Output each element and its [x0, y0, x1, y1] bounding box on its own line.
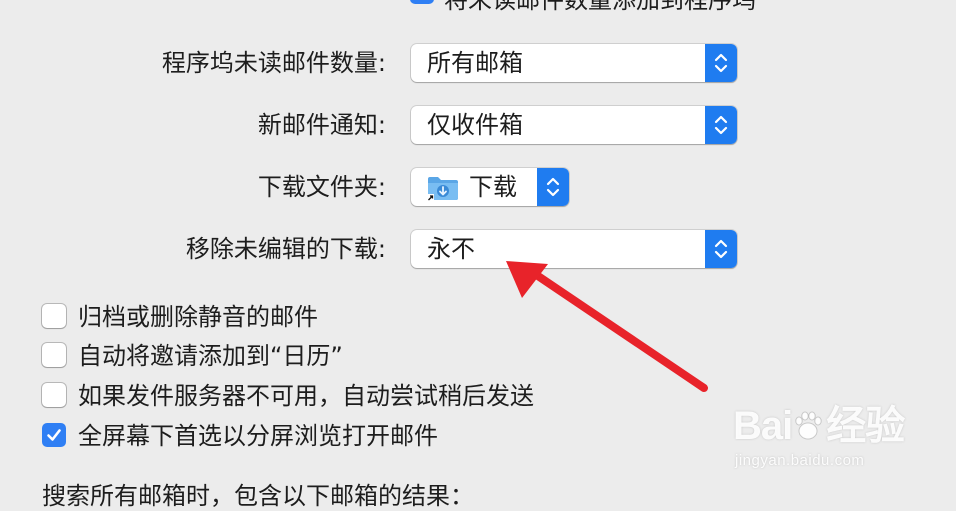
prefer-split-view-label: 全屏幕下首选以分屏浏览打开邮件: [78, 422, 438, 450]
remove-unedited-downloads-popup[interactable]: 永不: [411, 230, 737, 268]
paw-logo-icon: [795, 411, 822, 440]
archive-muted-mail-checkbox[interactable]: [42, 304, 66, 328]
dock-unread-count-popup[interactable]: 所有邮箱: [411, 44, 737, 82]
new-mail-notification-label: 新邮件通知:: [257, 111, 386, 139]
popup-stepper: [537, 168, 569, 206]
checkmark-icon: [47, 429, 61, 441]
add-invites-to-calendar-label: 自动将邀请添加到“日历”: [78, 342, 343, 370]
archive-muted-mail-label: 归档或删除静音的邮件: [78, 303, 318, 331]
add-to-dock-option[interactable]: 将未读邮件数量添加到程序坞: [410, 0, 756, 14]
add-to-dock-label: 将未读邮件数量添加到程序坞: [444, 0, 756, 14]
popup-stepper: [705, 106, 737, 144]
add-to-dock-checkbox[interactable]: [410, 0, 434, 4]
search-include-label: 搜索所有邮箱时，包含以下邮箱的结果：: [42, 482, 474, 510]
retry-send-later-checkbox[interactable]: [42, 383, 66, 407]
dock-unread-count-value: 所有邮箱: [427, 49, 523, 77]
up-down-chevron-icon: [546, 177, 560, 197]
baidu-watermark: Bai 经验 jingyan.baidu.com: [733, 404, 943, 488]
popup-stepper: [705, 44, 737, 82]
add-invites-to-calendar-checkbox[interactable]: [42, 343, 66, 367]
up-down-chevron-icon: [714, 53, 728, 73]
up-down-chevron-icon: [714, 239, 728, 259]
download-folder-popup[interactable]: 下载: [411, 168, 569, 206]
remove-unedited-downloads-label: 移除未编辑的下载:: [185, 235, 386, 263]
downloads-folder-icon: [427, 177, 458, 201]
up-down-chevron-icon: [714, 115, 728, 135]
dock-unread-count-label: 程序坞未读邮件数量:: [161, 49, 386, 77]
new-mail-notification-popup[interactable]: 仅收件箱: [411, 106, 737, 144]
download-folder-value: 下载: [469, 173, 517, 201]
download-folder-label: 下载文件夹:: [257, 173, 386, 201]
prefer-split-view-checkbox[interactable]: [42, 423, 66, 447]
watermark-url: jingyan.baidu.com: [735, 452, 865, 469]
retry-send-later-label: 如果发件服务器不可用，自动尝试稍后发送: [78, 382, 534, 410]
popup-stepper: [705, 230, 737, 268]
new-mail-notification-value: 仅收件箱: [427, 111, 523, 139]
remove-unedited-downloads-value: 永不: [427, 235, 475, 263]
